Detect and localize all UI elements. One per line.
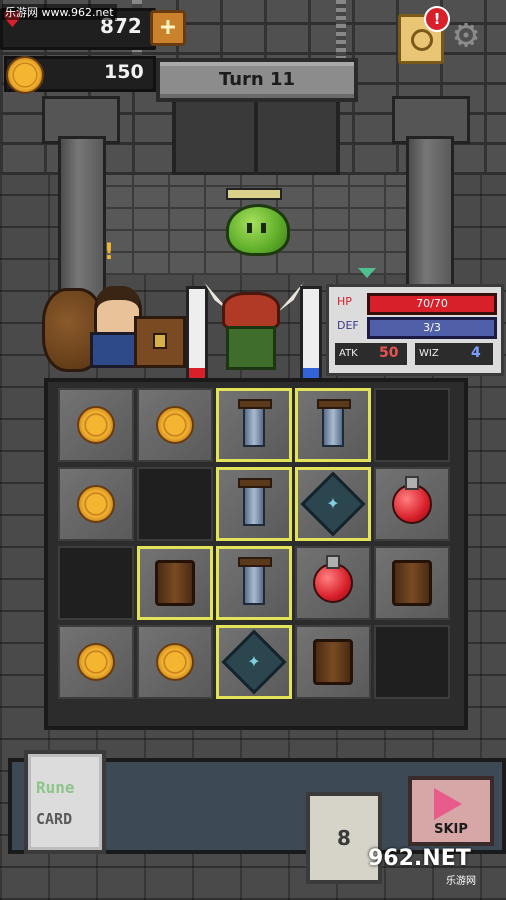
- shield-icon: [392, 560, 432, 606]
- rune-card-subtitle: CARD: [36, 810, 73, 828]
- board-tile[interactable]: [374, 546, 450, 620]
- board-tile[interactable]: [58, 625, 134, 699]
- atk-label: ATK: [339, 348, 358, 359]
- stats-panel: HP 70/70 DEF 3/3 ATK 50 WIZ 4: [326, 284, 504, 376]
- shield-icon: [313, 639, 353, 685]
- hero-hp-gauge: [186, 286, 208, 382]
- hero-hair: [222, 292, 280, 330]
- hp-label: HP: [337, 295, 352, 308]
- board-tile[interactable]: [137, 467, 213, 541]
- board-tile[interactable]: [216, 388, 292, 462]
- rune-card-title: Rune: [36, 778, 75, 797]
- board-tile[interactable]: [295, 467, 371, 541]
- potion-icon: [313, 555, 353, 603]
- board-tile[interactable]: [58, 467, 134, 541]
- potion-icon: [392, 476, 432, 524]
- play-arrow-icon: [434, 788, 462, 820]
- board-tile[interactable]: [374, 625, 450, 699]
- pillar-icon: [238, 557, 272, 605]
- wiz-value: 4: [471, 345, 481, 361]
- watermark-brand: 962.NET: [368, 846, 471, 871]
- wiz-label: WIZ: [419, 348, 439, 359]
- shield-icon: [155, 560, 195, 606]
- npc-alert-icon: !: [104, 240, 115, 265]
- skip-label: SKIP: [434, 822, 468, 837]
- board-tile[interactable]: [295, 625, 371, 699]
- slime-enemy[interactable]: [226, 204, 290, 256]
- board-tile[interactable]: [216, 625, 292, 699]
- board-tile[interactable]: [137, 388, 213, 462]
- merchant-npc[interactable]: [90, 286, 146, 368]
- wiz-box: WIZ 4: [415, 343, 493, 365]
- enemy-health-bar: [226, 188, 282, 200]
- turn-banner: Turn 11: [156, 58, 358, 102]
- rune-icon: [221, 629, 287, 695]
- atk-value: 50: [379, 345, 399, 361]
- coin-icon: [77, 406, 115, 444]
- rune-icon: [300, 471, 366, 537]
- coin-icon: [156, 643, 194, 681]
- watermark-top: 乐游网 www.962.net: [2, 4, 117, 20]
- board-tile[interactable]: [216, 546, 292, 620]
- pillar-icon: [238, 478, 272, 526]
- stone-pillar: [58, 136, 106, 302]
- hero-character: [222, 292, 280, 370]
- board-tile[interactable]: [374, 467, 450, 541]
- pillar-icon: [317, 399, 351, 447]
- def-bar: 3/3: [367, 317, 497, 339]
- def-label: DEF: [337, 319, 359, 332]
- coin-icon: [77, 643, 115, 681]
- board-tile[interactable]: [137, 625, 213, 699]
- chain-decoration: [336, 0, 346, 60]
- watermark-sub: 乐游网: [446, 876, 476, 887]
- board-tile[interactable]: [295, 388, 371, 462]
- gear-icon[interactable]: ⚙: [454, 14, 478, 54]
- skip-button[interactable]: SKIP: [408, 776, 494, 846]
- pillar-icon: [238, 399, 272, 447]
- rune-card-button[interactable]: Rune CARD: [24, 750, 106, 854]
- board-tile[interactable]: [295, 546, 371, 620]
- pointer-arrow-icon: [358, 268, 376, 278]
- game-board: [44, 378, 468, 730]
- coin-icon: [6, 56, 44, 94]
- board-tile[interactable]: [374, 388, 450, 462]
- board-tile[interactable]: [58, 546, 134, 620]
- hero-def-gauge: [300, 286, 322, 382]
- quest-alert-badge: !: [424, 6, 450, 32]
- stone-pillar: [406, 136, 454, 302]
- board-tile[interactable]: [137, 546, 213, 620]
- atk-box: ATK 50: [335, 343, 407, 365]
- hero-body: [226, 326, 276, 370]
- coin-icon: [77, 485, 115, 523]
- coin-icon: [156, 406, 194, 444]
- coins-value: 150: [104, 61, 144, 83]
- board-tile[interactable]: [216, 467, 292, 541]
- treasure-chest[interactable]: [134, 316, 186, 368]
- add-hp-button[interactable]: +: [150, 10, 186, 46]
- hp-bar: 70/70: [367, 293, 497, 315]
- board-tile[interactable]: [58, 388, 134, 462]
